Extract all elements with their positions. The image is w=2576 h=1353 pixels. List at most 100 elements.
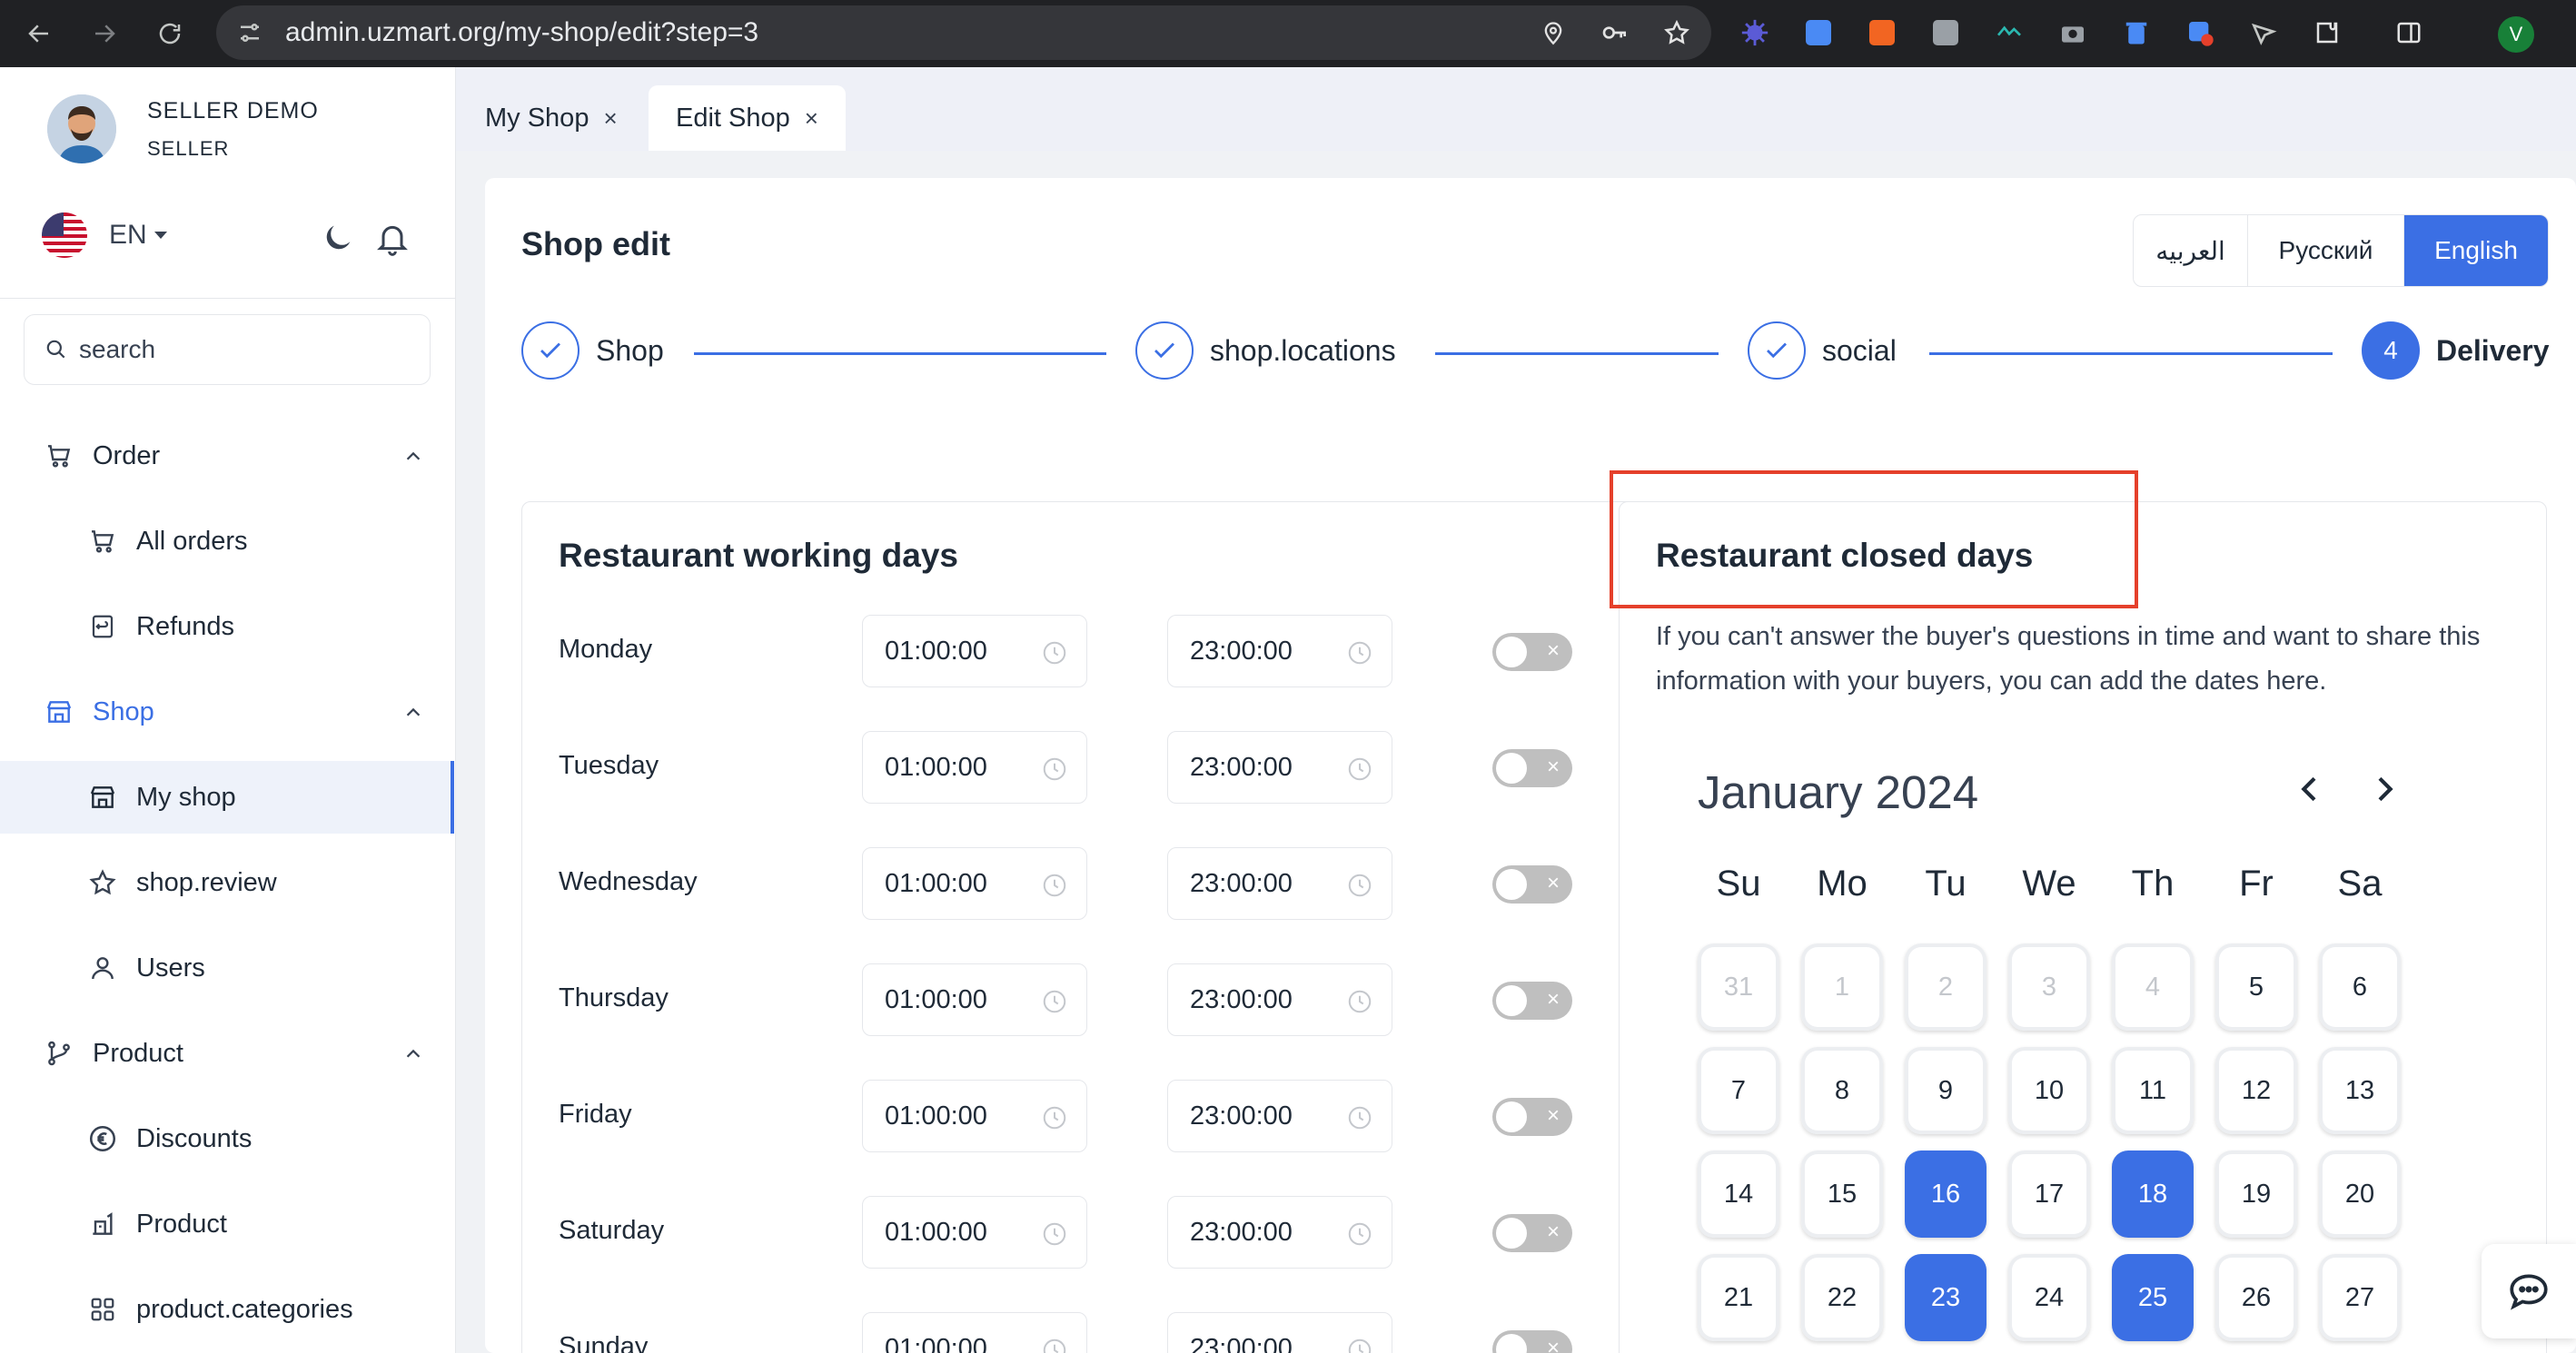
dark-mode-moon-icon[interactable] bbox=[320, 220, 356, 256]
extensions-puzzle-icon[interactable] bbox=[2309, 11, 2345, 54]
sidebar-item-users[interactable]: Users bbox=[0, 932, 454, 1004]
extension-contact-icon[interactable] bbox=[1927, 11, 1964, 54]
closed-toggle[interactable]: × bbox=[1492, 749, 1572, 787]
sidebar-item-discounts[interactable]: Discounts bbox=[0, 1102, 454, 1175]
sidebar-item-my-shop[interactable]: My shop bbox=[0, 761, 454, 834]
forward-icon[interactable] bbox=[82, 11, 127, 56]
language-button-russian[interactable]: Русский bbox=[2248, 215, 2404, 286]
extension-docs-icon[interactable] bbox=[1800, 11, 1837, 54]
calendar-day[interactable]: 20 bbox=[2319, 1151, 2401, 1238]
sidebar-item-refunds[interactable]: Refunds bbox=[0, 590, 454, 663]
calendar-day[interactable]: 10 bbox=[2008, 1047, 2090, 1134]
calendar-day[interactable]: 17 bbox=[2008, 1151, 2090, 1238]
notification-bell-icon[interactable] bbox=[374, 218, 411, 258]
close-time-input[interactable]: 23:00:00 bbox=[1167, 1312, 1392, 1353]
step-shop[interactable]: Shop bbox=[521, 321, 664, 380]
url-text[interactable]: admin.uzmart.org/my-shop/edit?step=3 bbox=[285, 17, 758, 48]
tab-edit-shop[interactable]: Edit Shop × bbox=[649, 85, 846, 151]
calendar-day[interactable]: 14 bbox=[1698, 1151, 1779, 1238]
closed-toggle[interactable]: × bbox=[1492, 1330, 1572, 1353]
calendar-day[interactable]: 22 bbox=[1801, 1254, 1883, 1341]
closed-toggle[interactable]: × bbox=[1492, 633, 1572, 671]
calendar-day[interactable]: 19 bbox=[2215, 1151, 2297, 1238]
weekday-header: Fr bbox=[2239, 864, 2274, 904]
calendar-day[interactable]: 12 bbox=[2215, 1047, 2297, 1134]
location-icon[interactable] bbox=[1535, 15, 1571, 51]
calendar-day[interactable]: 11 bbox=[2112, 1047, 2194, 1134]
tab-my-shop[interactable]: My Shop × bbox=[485, 85, 618, 151]
sidebar-item-product-list[interactable]: Product bbox=[0, 1188, 454, 1260]
sidebar-item-product-categories[interactable]: product.categories bbox=[0, 1273, 454, 1346]
close-time-input[interactable]: 23:00:00 bbox=[1167, 847, 1392, 920]
clock-icon bbox=[1043, 641, 1066, 665]
sidebar-item-shop[interactable]: Shop bbox=[0, 676, 454, 748]
language-button-english[interactable]: English bbox=[2404, 215, 2548, 286]
closed-toggle[interactable]: × bbox=[1492, 982, 1572, 1020]
calendar-day[interactable]: 24 bbox=[2008, 1254, 2090, 1341]
language-selector[interactable]: EN bbox=[42, 212, 167, 258]
close-icon[interactable]: × bbox=[805, 104, 818, 133]
sidebar-item-product[interactable]: Product bbox=[0, 1017, 454, 1090]
closed-toggle[interactable]: × bbox=[1492, 1098, 1572, 1136]
search-input[interactable] bbox=[79, 335, 406, 364]
open-time-input[interactable]: 01:00:00 bbox=[862, 1312, 1087, 1353]
calendar-day[interactable]: 26 bbox=[2215, 1254, 2297, 1341]
extension-sparkle-icon[interactable] bbox=[1737, 11, 1773, 54]
close-time-input[interactable]: 23:00:00 bbox=[1167, 1196, 1392, 1269]
calendar-day-selected[interactable]: 25 bbox=[2112, 1254, 2194, 1341]
sidebar-item-all-orders[interactable]: All orders bbox=[0, 505, 454, 578]
calendar-day[interactable]: 21 bbox=[1698, 1254, 1779, 1341]
site-settings-icon[interactable] bbox=[234, 17, 265, 48]
close-time-input[interactable]: 23:00:00 bbox=[1167, 615, 1392, 687]
close-time-input[interactable]: 23:00:00 bbox=[1167, 731, 1392, 804]
chat-button[interactable] bbox=[2482, 1244, 2576, 1338]
step-shop-locations[interactable]: shop.locations bbox=[1135, 321, 1396, 380]
user-role: SELLER bbox=[147, 136, 230, 160]
calendar-day[interactable]: 27 bbox=[2319, 1254, 2401, 1341]
back-icon[interactable] bbox=[16, 11, 62, 56]
calendar-day-selected[interactable]: 16 bbox=[1905, 1151, 1986, 1238]
chevron-left-icon[interactable] bbox=[2292, 771, 2328, 807]
sidepanel-icon[interactable] bbox=[2391, 11, 2427, 54]
closed-toggle[interactable]: × bbox=[1492, 865, 1572, 904]
extension-trash-icon[interactable] bbox=[2118, 11, 2155, 54]
open-time-input[interactable]: 01:00:00 bbox=[862, 615, 1087, 687]
open-time-input[interactable]: 01:00:00 bbox=[862, 963, 1087, 1036]
calendar-day[interactable]: 9 bbox=[1905, 1047, 1986, 1134]
calendar-day[interactable]: 8 bbox=[1801, 1047, 1883, 1134]
bookmark-star-icon[interactable] bbox=[1659, 15, 1695, 51]
language-button-arabic[interactable]: العربيه bbox=[2134, 215, 2248, 286]
calendar-day[interactable]: 6 bbox=[2319, 943, 2401, 1031]
search-box[interactable] bbox=[24, 314, 431, 385]
chevron-right-icon[interactable] bbox=[2366, 771, 2403, 807]
calendar-day[interactable]: 15 bbox=[1801, 1151, 1883, 1238]
key-icon[interactable] bbox=[1597, 15, 1633, 51]
close-icon[interactable]: × bbox=[603, 104, 617, 133]
sidebar-item-shop-review[interactable]: shop.review bbox=[0, 846, 454, 919]
extension-wave-icon[interactable] bbox=[1991, 11, 2027, 54]
address-bar[interactable]: admin.uzmart.org/my-shop/edit?step=3 bbox=[216, 5, 1711, 60]
calendar-day[interactable]: 5 bbox=[2215, 943, 2297, 1031]
user-info[interactable]: SELLER DEMO SELLER bbox=[47, 94, 319, 163]
extension-rss-icon[interactable] bbox=[1864, 11, 1900, 54]
calendar-day[interactable]: 13 bbox=[2319, 1047, 2401, 1134]
sidebar-item-order[interactable]: Order bbox=[0, 420, 454, 492]
step-social[interactable]: social bbox=[1748, 321, 1897, 380]
extension-vpn-icon[interactable] bbox=[2245, 11, 2282, 54]
open-time-input[interactable]: 01:00:00 bbox=[862, 731, 1087, 804]
profile-avatar[interactable]: V bbox=[2498, 16, 2534, 53]
step-delivery[interactable]: 4 Delivery bbox=[2362, 321, 2550, 380]
open-time-input[interactable]: 01:00:00 bbox=[862, 1196, 1087, 1269]
closed-toggle[interactable]: × bbox=[1492, 1214, 1572, 1252]
reload-icon[interactable] bbox=[147, 11, 193, 56]
close-time-input[interactable]: 23:00:00 bbox=[1167, 963, 1392, 1036]
open-time-input[interactable]: 01:00:00 bbox=[862, 1080, 1087, 1152]
calendar-day-selected[interactable]: 23 bbox=[1905, 1254, 1986, 1341]
calendar-day[interactable]: 7 bbox=[1698, 1047, 1779, 1134]
open-time-input[interactable]: 01:00:00 bbox=[862, 847, 1087, 920]
extension-block-icon[interactable] bbox=[2182, 11, 2218, 54]
calendar-day-selected[interactable]: 18 bbox=[2112, 1151, 2194, 1238]
working-days-panel: Restaurant working days Monday 01:00:00 23… bbox=[521, 501, 1653, 1353]
extension-camera-icon[interactable] bbox=[2055, 11, 2091, 54]
close-time-input[interactable]: 23:00:00 bbox=[1167, 1080, 1392, 1152]
